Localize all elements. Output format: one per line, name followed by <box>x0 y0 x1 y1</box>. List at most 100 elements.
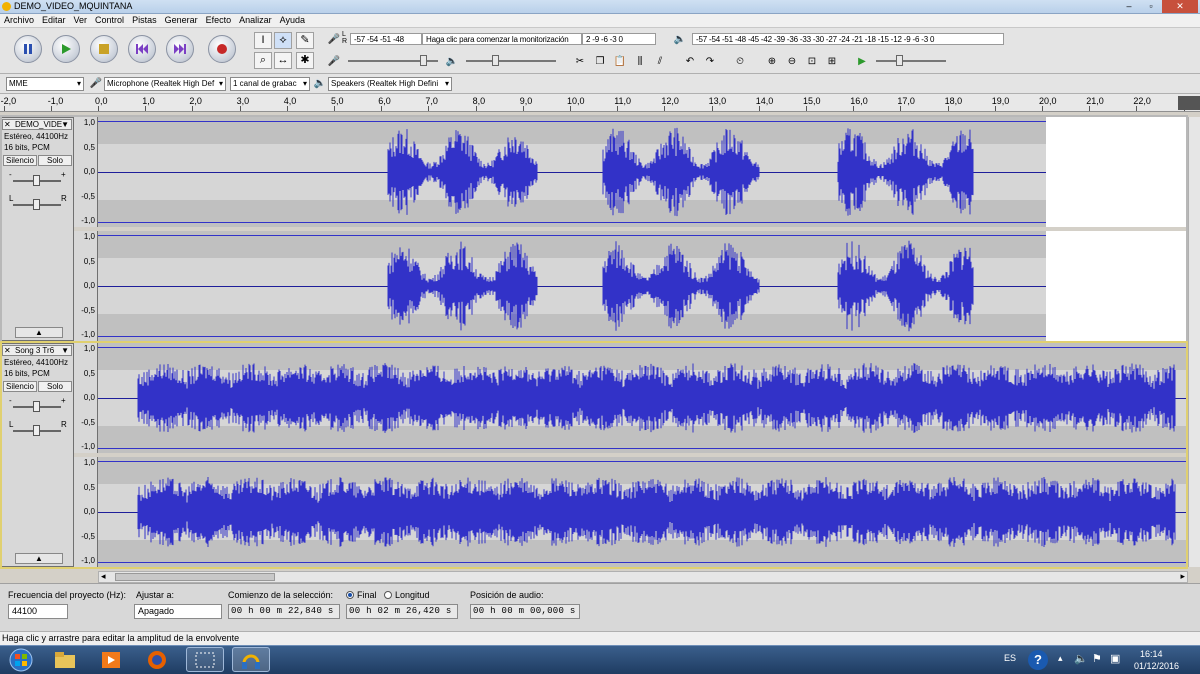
record-button[interactable] <box>208 35 236 63</box>
scroll-thumb[interactable] <box>115 573 275 581</box>
vertical-scrollbar[interactable] <box>1188 117 1200 567</box>
menu-analizar[interactable]: Analizar <box>235 14 276 25</box>
pan-thumb[interactable] <box>33 199 40 210</box>
redo-icon[interactable]: ↷ <box>702 54 718 70</box>
mute-button[interactable]: Silencio <box>3 381 37 392</box>
menu-archivo[interactable]: Archivo <box>0 14 38 25</box>
output-volume-thumb[interactable] <box>492 55 499 66</box>
snap-to-select[interactable]: Apagado <box>134 604 222 619</box>
fit-selection-icon[interactable]: ⊡ <box>804 54 820 70</box>
play-speed-thumb[interactable] <box>896 55 903 66</box>
zoom-in-icon[interactable]: ⊕ <box>764 54 780 70</box>
clock-time[interactable]: 16:14 <box>1140 649 1163 659</box>
waveform[interactable] <box>98 457 1186 567</box>
menu-pistas[interactable]: Pistas <box>128 14 161 25</box>
close-button[interactable]: ✕ <box>1162 0 1198 13</box>
audio-position-field[interactable]: 00 h 00 m 00,000 s <box>470 604 580 619</box>
pause-button[interactable] <box>14 35 42 63</box>
record-meter-hint[interactable]: Haga clic para comenzar la monitorizació… <box>422 33 582 45</box>
amplitude-scale[interactable]: 1,0 0,5 0,0 -0,5 -1,0 <box>74 117 98 227</box>
copy-icon[interactable]: ❐ <box>592 54 608 70</box>
menu-ayuda[interactable]: Ayuda <box>276 14 309 25</box>
waveform[interactable] <box>98 343 1186 453</box>
track-name-menu[interactable]: ✕ Song 3 Tr6 ▼ <box>2 345 72 356</box>
firefox-taskbar-button[interactable] <box>138 647 176 672</box>
action-center-icon[interactable]: ⚑ <box>1092 652 1102 665</box>
show-hidden-icons-icon[interactable]: ▴ <box>1058 653 1063 664</box>
input-device-select[interactable]: Microphone (Realtek High Def <box>104 77 226 91</box>
menu-generar[interactable]: Generar <box>161 14 202 25</box>
maximize-button[interactable]: ▫ <box>1140 0 1162 13</box>
cut-icon[interactable]: ✂ <box>572 54 588 70</box>
menu-ver[interactable]: Ver <box>70 14 92 25</box>
audio-host-select[interactable]: MME <box>6 77 84 91</box>
fit-project-icon[interactable]: ⊞ <box>824 54 840 70</box>
skip-end-button[interactable] <box>166 35 194 63</box>
network-icon[interactable]: ▣ <box>1110 652 1120 665</box>
zoom-out-icon[interactable]: ⊖ <box>784 54 800 70</box>
silence-icon[interactable]: ⫽ <box>652 54 668 70</box>
record-meter-scale-right[interactable]: 2 -9 -6 -3 0 <box>582 33 656 45</box>
end-radio[interactable] <box>346 591 354 599</box>
undo-icon[interactable]: ↶ <box>682 54 698 70</box>
input-channels-select[interactable]: 1 canal de grabac <box>230 77 310 91</box>
horizontal-scrollbar[interactable]: ◂ ▸ <box>98 571 1188 583</box>
trim-icon[interactable]: ⫼ <box>632 54 648 70</box>
amplitude-scale[interactable]: 1,0 0,5 0,0 -0,5 -1,0 <box>74 231 98 341</box>
waveform-lane[interactable] <box>98 117 1186 227</box>
gain-thumb[interactable] <box>33 401 40 412</box>
microphone-icon[interactable]: 🎤 <box>326 32 342 48</box>
waveform-lane[interactable] <box>98 231 1186 341</box>
clock-date[interactable]: 01/12/2016 <box>1134 661 1179 671</box>
gain-thumb[interactable] <box>33 175 40 186</box>
audacity-taskbar-button[interactable] <box>232 647 270 672</box>
output-device-select[interactable]: Speakers (Realtek High Defini <box>328 77 452 91</box>
input-volume-thumb[interactable] <box>420 55 427 66</box>
collapse-track-button[interactable]: ▲ <box>15 327 63 338</box>
waveform-lane[interactable] <box>98 457 1186 567</box>
stop-button[interactable] <box>90 35 118 63</box>
selection-start-field[interactable]: 00 h 00 m 22,840 s <box>228 604 340 619</box>
media-player-taskbar-button[interactable] <box>92 647 130 672</box>
explorer-taskbar-button[interactable] <box>46 647 84 672</box>
solo-button[interactable]: Solo <box>38 381 72 392</box>
speaker-icon[interactable]: 🔈 <box>672 32 688 48</box>
zoom-tool-icon[interactable]: ⌕ <box>254 52 272 69</box>
timeshift-tool-icon[interactable]: ↔ <box>274 52 292 69</box>
minimize-button[interactable]: – <box>1118 0 1140 13</box>
amplitude-scale[interactable]: 1,0 0,5 0,0 -0,5 -1,0 <box>74 343 98 453</box>
envelope-tool-icon[interactable]: ⟡ <box>274 32 292 49</box>
menu-control[interactable]: Control <box>91 14 128 25</box>
play-speed-slider[interactable] <box>876 60 946 62</box>
amplitude-scale[interactable]: 1,0 0,5 0,0 -0,5 -1,0 <box>74 457 98 567</box>
track-name-menu[interactable]: ✕ DEMO_VIDE ▼ <box>2 119 72 130</box>
draw-tool-icon[interactable]: ✎ <box>296 32 314 49</box>
skip-start-button[interactable] <box>128 35 156 63</box>
volume-icon[interactable]: 🔈 <box>1074 652 1088 665</box>
solo-button[interactable]: Solo <box>38 155 72 166</box>
capture-taskbar-button[interactable] <box>186 647 224 672</box>
pan-thumb[interactable] <box>33 425 40 436</box>
close-icon[interactable]: ✕ <box>4 346 11 355</box>
waveform-lane[interactable] <box>98 343 1186 453</box>
play-at-speed-icon[interactable]: ▶ <box>854 54 870 70</box>
playback-meter[interactable]: -57 -54 -51 -48 -45 -42 -39 -36 -33 -30 … <box>692 33 1004 45</box>
output-volume-slider[interactable] <box>466 60 556 62</box>
close-icon[interactable]: ✕ <box>4 120 11 129</box>
selection-tool-icon[interactable]: I <box>254 32 272 49</box>
menu-editar[interactable]: Editar <box>38 14 70 25</box>
scroll-right-icon[interactable]: ▸ <box>1180 571 1185 582</box>
scroll-left-icon[interactable]: ◂ <box>101 571 106 582</box>
play-button[interactable] <box>52 35 80 63</box>
paste-icon[interactable]: 📋 <box>612 54 628 70</box>
project-rate-select[interactable]: 44100 <box>8 604 68 619</box>
help-icon[interactable]: ? <box>1028 650 1048 670</box>
length-radio[interactable] <box>384 591 392 599</box>
mute-button[interactable]: Silencio <box>3 155 37 166</box>
waveform[interactable] <box>98 231 1186 341</box>
sync-lock-icon[interactable]: ⏲ <box>732 54 748 70</box>
multi-tool-icon[interactable]: ✱ <box>296 52 314 69</box>
start-button[interactable] <box>2 647 40 672</box>
record-meter-scale[interactable]: -57 -54 -51 -48 <box>350 33 422 45</box>
selection-end-field[interactable]: 00 h 02 m 26,420 s <box>346 604 458 619</box>
